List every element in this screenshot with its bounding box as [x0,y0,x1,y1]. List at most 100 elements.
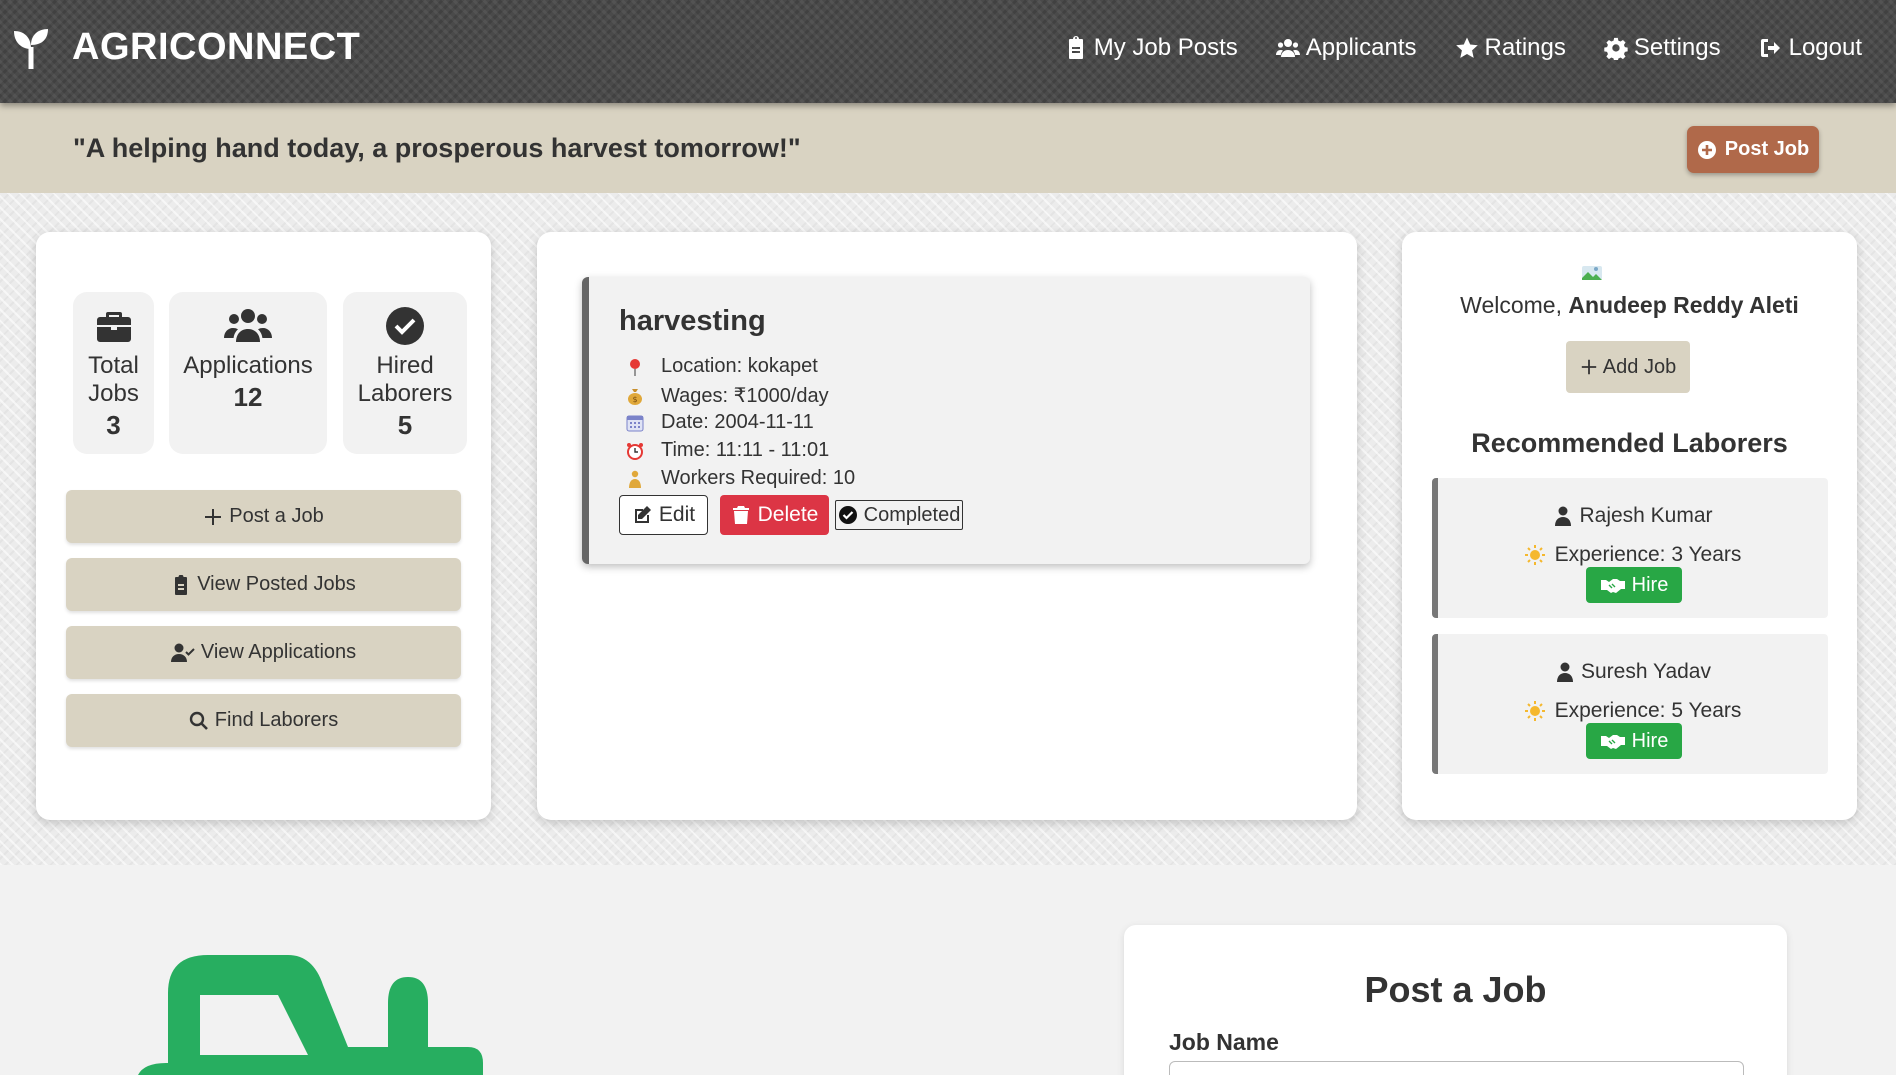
job-date: Date: 2004-11-11 [626,411,814,434]
user-name: Anudeep Reddy Aleti [1568,292,1799,318]
nav-label: Ratings [1484,34,1566,61]
button-label: View Posted Jobs [197,573,356,595]
job-workers: Workers Required: 10 [626,467,855,490]
nav-my-job-posts[interactable]: My Job Posts [1064,34,1238,62]
sun-icon [1524,545,1545,565]
laborer-name-text: Suresh Yadav [1581,660,1711,683]
brand[interactable]: AGRICONNECT [12,26,360,69]
recommended-title: Recommended Laborers [1471,428,1788,458]
check-circle-icon [838,506,857,524]
money-bag-icon: $ [628,388,642,405]
svg-text:$: $ [632,395,637,404]
stat-hired-laborers: Hired Laborers 5 [343,292,467,454]
nav-label: Applicants [1305,34,1417,61]
hire-button[interactable]: Hire [1586,567,1682,603]
brand-name: AGRICONNECT [72,26,361,68]
laborer-name-text: Rajesh Kumar [1579,504,1713,527]
user-check-icon [170,643,195,662]
job-card: harvesting Location: kokapet $ Wages: ₹1… [582,277,1310,564]
users-icon [224,309,272,342]
trash-icon [732,506,749,524]
nav-settings[interactable]: Settings [1604,34,1721,62]
job-workers-text: Workers Required: 10 [661,467,856,489]
completed-label: Completed [863,503,961,526]
post-job-form: Post a Job Job Name [1124,925,1787,1075]
post-job-button[interactable]: Post Job [1687,126,1819,173]
laborer-name: Rajesh Kumar [1438,504,1828,528]
delete-label: Delete [757,503,819,526]
find-laborers-button[interactable]: Find Laborers [66,694,461,747]
stat-label: Applications [183,352,313,379]
edit-icon [634,506,651,523]
nav-label: My Job Posts [1093,34,1238,61]
job-name-label: Job Name [1169,1029,1279,1055]
delete-job-button[interactable]: Delete [720,495,829,535]
check-circle-icon [386,307,424,345]
laborer-card: Suresh Yadav Experience: 5 Years Hire [1432,634,1828,774]
nav-applicants[interactable]: Applicants [1275,34,1417,62]
nav-label: Logout [1788,34,1862,61]
tractor-icon [138,955,483,1075]
handshake-icon [1600,579,1625,593]
profile-card: Welcome, Anudeep Reddy Aleti Add Job Rec… [1402,232,1857,820]
job-wages: $ Wages: ₹1000/day [626,383,829,408]
hire-label: Hire [1631,573,1669,596]
top-navbar: AGRICONNECT My Job Posts Applicants Rati… [0,0,1896,103]
view-posted-jobs-button[interactable]: View Posted Jobs [66,558,461,611]
quote-banner: "A helping hand today, a prosperous harv… [0,103,1896,193]
post-a-job-button[interactable]: Post a Job [66,490,461,543]
stats-card: Total Jobs 3 Applications 12 Hired Labor… [36,232,491,820]
job-wages-text: Wages: ₹1000/day [661,385,829,407]
nav-ratings[interactable]: Ratings [1455,34,1566,62]
profile-image-icon [1582,266,1602,280]
job-time-text: Time: 11:11 - 11:01 [661,439,830,461]
edit-job-button[interactable]: Edit [619,495,708,535]
job-date-text: Date: 2004-11-11 [661,411,814,433]
welcome-prefix: Welcome, [1460,292,1569,318]
stat-value: 5 [397,410,413,440]
nav-label: Settings [1633,34,1721,61]
button-label: Post a Job [229,505,324,527]
add-job-button[interactable]: Add Job [1566,341,1690,393]
user-icon [1555,506,1572,526]
add-job-label: Add Job [1602,355,1677,378]
user-icon [1557,662,1573,682]
stat-applications: Applications 12 [169,292,327,454]
stat-label: Total Jobs [88,352,139,407]
pin-icon [630,358,640,376]
button-label: View Applications [200,641,357,663]
job-location-text: Location: kokapet [661,355,818,377]
main-nav: My Job Posts Applicants Ratings Settings… [1064,34,1862,62]
job-location: Location: kokapet [626,355,818,378]
hire-label: Hire [1631,729,1669,752]
laborer-card: Rajesh Kumar Experience: 3 Years Hire [1432,478,1828,618]
plus-icon [205,508,222,525]
nav-logout[interactable]: Logout [1759,34,1862,62]
laborer-experience: Experience: 3 Years [1438,543,1828,567]
clipboard-list-icon [175,574,188,595]
users-icon [1275,39,1300,57]
search-icon [189,711,208,730]
stat-label: Hired Laborers [357,352,453,407]
view-applications-button[interactable]: View Applications [66,626,461,679]
stat-value: 3 [106,410,121,440]
post-job-label: Post Job [1724,138,1810,160]
job-name-input[interactable] [1169,1061,1744,1075]
job-title: harvesting [619,305,766,337]
laborer-name: Suresh Yadav [1438,660,1828,684]
plus-icon [1581,359,1596,375]
calendar-icon [626,415,644,431]
laborer-experience-text: Experience: 5 Years [1554,699,1742,722]
job-list-card: harvesting Location: kokapet $ Wages: ₹1… [537,232,1357,820]
dashboard: Total Jobs 3 Applications 12 Hired Labor… [0,193,1896,865]
logout-icon [1760,39,1780,57]
hire-button[interactable]: Hire [1586,723,1682,759]
sprout-icon [14,28,48,69]
plus-circle-icon [1697,140,1716,159]
stat-value: 12 [233,382,263,412]
stat-total-jobs: Total Jobs 3 [73,292,154,454]
sun-icon [1524,701,1545,721]
completed-button[interactable]: Completed [835,500,963,530]
handshake-icon [1600,735,1625,749]
button-label: Find Laborers [214,709,339,731]
